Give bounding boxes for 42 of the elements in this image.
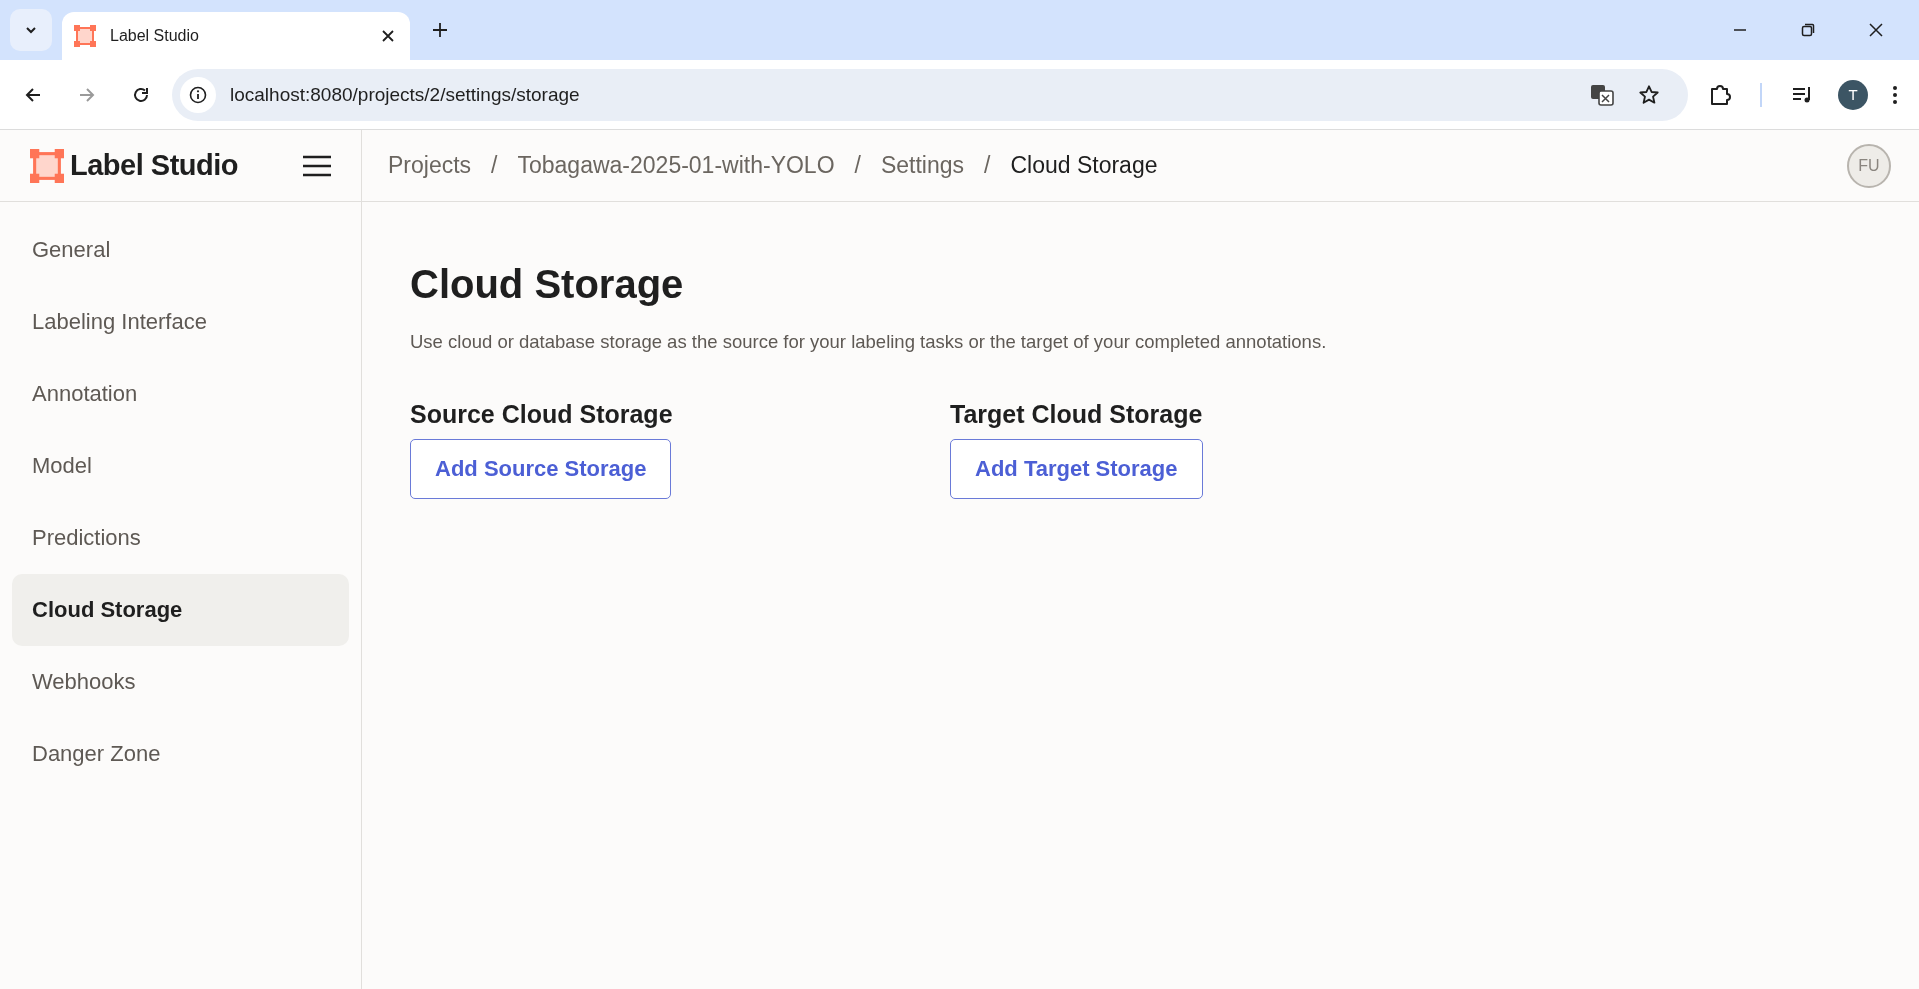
breadcrumb-link[interactable]: Cloud Storage	[1010, 152, 1158, 179]
sidebar-item[interactable]: Predictions	[12, 502, 349, 574]
tab-title: Label Studio	[110, 27, 200, 45]
info-icon[interactable]	[180, 76, 216, 113]
close-icon[interactable]	[1869, 23, 1883, 37]
add-storage-button[interactable]: Add Target Storage	[950, 439, 1203, 499]
puzzle-piece-icon[interactable]	[1708, 82, 1732, 107]
forward-arrow-icon[interactable]	[78, 85, 96, 104]
reload-icon[interactable]	[132, 85, 150, 104]
sidebar-item[interactable]: Danger Zone	[12, 718, 349, 790]
page-title: Cloud Storage	[410, 262, 685, 307]
sidebar-item[interactable]: Annotation	[12, 358, 349, 430]
browser-tab[interactable]: Label Studio	[62, 12, 410, 60]
back-arrow-icon[interactable]	[24, 85, 42, 104]
breadcrumb-link[interactable]: Tobagawa-2025-01-with-YOLO	[517, 152, 835, 179]
close-icon[interactable]	[382, 30, 394, 42]
new-tab-icon[interactable]	[432, 22, 448, 38]
breadcrumb-link[interactable]: Settings	[880, 152, 965, 179]
breadcrumb-link[interactable]: Projects	[388, 152, 472, 179]
section-heading: Target Cloud Storage	[950, 400, 1204, 429]
address-bar[interactable]: localhost:8080/projects/2/settings/storage	[172, 68, 1688, 121]
kebab-menu-icon[interactable]	[1892, 84, 1898, 105]
breadcrumb-separator: /	[491, 152, 498, 179]
sidebar-item[interactable]: Labeling Interface	[12, 286, 349, 358]
translate-icon[interactable]	[1590, 82, 1614, 107]
section-heading: Source Cloud Storage	[410, 400, 674, 429]
breadcrumb-separator: /	[984, 152, 991, 179]
breadcrumb-separator: /	[854, 152, 861, 179]
star-icon[interactable]	[1638, 83, 1660, 106]
menu-icon[interactable]	[303, 154, 331, 177]
add-storage-button[interactable]: Add Source Storage	[410, 439, 672, 499]
sidebar-item[interactable]: Webhooks	[12, 646, 349, 718]
profile-avatar[interactable]: T	[1838, 79, 1868, 110]
sidebar-item[interactable]: General	[12, 214, 349, 286]
sidebar-item[interactable]: Cloud Storage	[12, 574, 349, 646]
logo-icon	[30, 148, 64, 183]
logo-icon	[74, 25, 96, 47]
url-text: localhost:8080/projects/2/settings/storage	[230, 83, 580, 106]
page-description: Use cloud or database storage as the source for your labeling tasks or the target of your completed annotations.	[410, 330, 1328, 354]
restore-icon[interactable]	[1801, 23, 1815, 37]
logo-text: Label Studio	[70, 149, 239, 182]
sidebar-item[interactable]: Model	[12, 430, 349, 502]
